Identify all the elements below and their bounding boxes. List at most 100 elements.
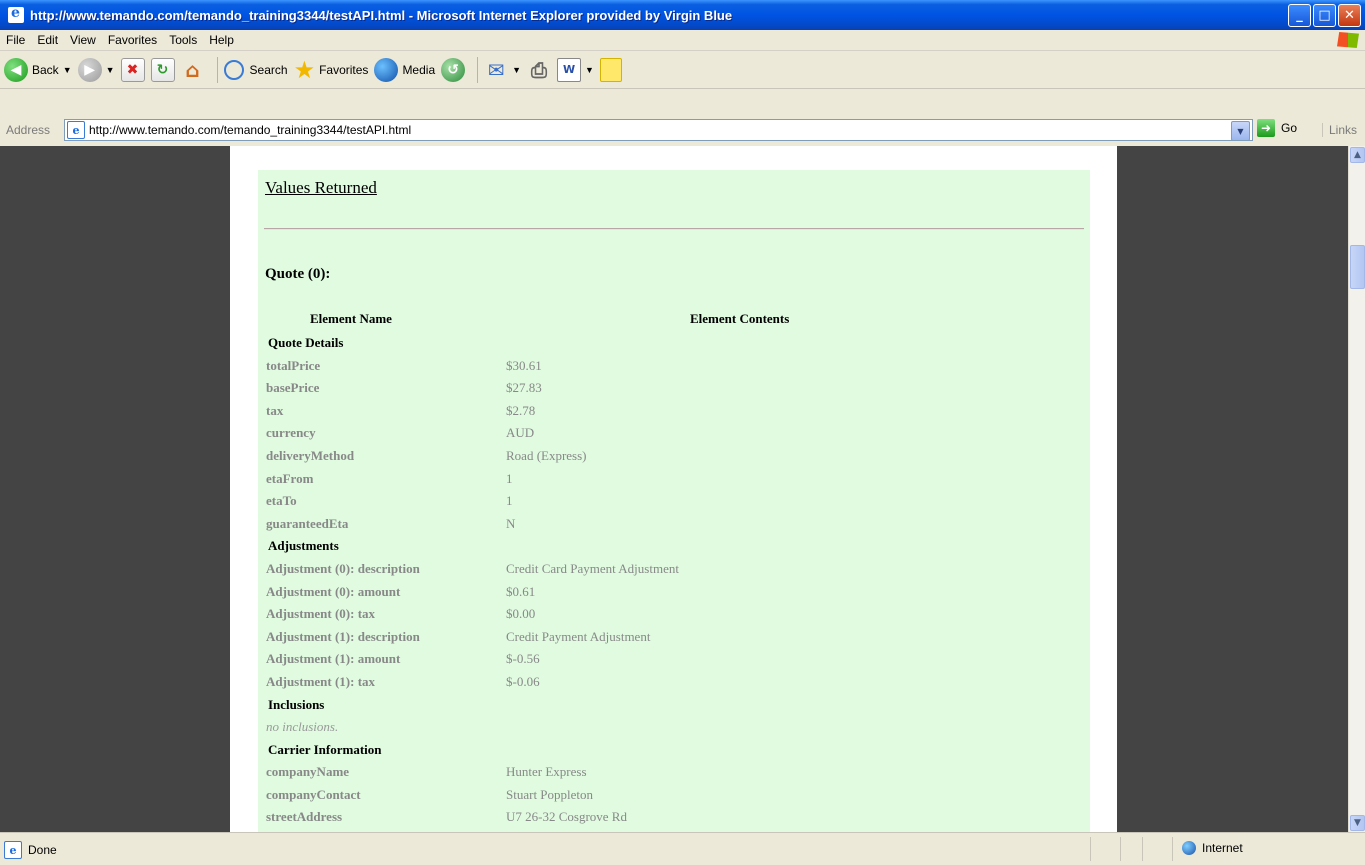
element-name: currency — [266, 425, 316, 441]
home-icon: ⌂ — [185, 57, 200, 82]
status-segment — [1120, 837, 1121, 861]
mail-button[interactable]: ✉ ▼ — [484, 58, 521, 82]
address-dropdown-icon[interactable]: ▼ — [1231, 121, 1250, 141]
element-name: Adjustment (0): amount — [266, 583, 401, 599]
maximize-button[interactable]: □ — [1313, 4, 1336, 27]
address-bar: Address e http://www.temando.com/temando… — [0, 89, 1365, 146]
favorites-button[interactable]: ★ Favorites — [294, 56, 369, 84]
section-row: Quote Details — [258, 332, 1090, 355]
section-label: Quote Details — [268, 335, 344, 350]
scroll-down-button[interactable]: ▼ — [1350, 815, 1365, 831]
table-row: companyContact Stuart Poppleton — [258, 784, 1090, 807]
column-header-name: Element Name — [310, 311, 392, 326]
minimize-button[interactable]: _ — [1288, 4, 1311, 27]
search-button[interactable]: Search — [223, 59, 288, 80]
word-icon: W — [557, 57, 582, 82]
menu-file[interactable]: File — [0, 33, 31, 47]
element-name: etaTo — [266, 493, 297, 509]
close-button[interactable]: ✕ — [1338, 4, 1361, 27]
media-button[interactable]: Media — [374, 57, 435, 82]
go-arrow-icon: ➜ — [1257, 119, 1275, 137]
table-row: tax $2.78 — [258, 400, 1090, 423]
divider — [264, 228, 1084, 230]
element-name: basePrice — [266, 380, 320, 396]
element-contents: $27.83 — [506, 380, 542, 396]
history-icon: ↺ — [441, 57, 466, 82]
column-header-contents: Element Contents — [690, 311, 790, 326]
table-row: etaFrom 1 — [258, 468, 1090, 491]
mail-dropdown-icon[interactable]: ▼ — [512, 65, 521, 75]
element-name: no inclusions. — [266, 719, 339, 735]
menu-tools[interactable]: Tools — [163, 33, 203, 47]
window-controls: _ □ ✕ — [1288, 4, 1361, 27]
status-segment — [1090, 837, 1091, 861]
forward-dropdown-icon[interactable]: ▼ — [106, 65, 115, 75]
element-name: Adjustment (1): description — [266, 628, 420, 644]
element-name: totalPrice — [266, 357, 321, 373]
element-contents: N — [506, 515, 516, 531]
element-name: companyContact — [266, 786, 361, 802]
element-contents: U7 26-32 Cosgrove Rd — [506, 809, 627, 825]
menu-help[interactable]: Help — [203, 33, 240, 47]
back-button[interactable]: ◀ Back ▼ — [4, 57, 72, 82]
menu-view[interactable]: View — [64, 33, 102, 47]
edit-button[interactable]: W ▼ — [557, 57, 594, 82]
element-name: Adjustment (1): tax — [266, 673, 376, 689]
element-name: Adjustment (1): amount — [266, 651, 401, 667]
table-row: deliveryMethod Road (Express) — [258, 445, 1090, 468]
edit-dropdown-icon[interactable]: ▼ — [585, 65, 594, 75]
discuss-button[interactable] — [599, 57, 622, 82]
favorites-label: Favorites — [319, 62, 369, 77]
table-row: Adjustment (0): amount $0.61 — [258, 581, 1090, 604]
window-title: http://www.temando.com/temando_training3… — [30, 7, 733, 23]
table-row: streetAddress U7 26-32 Cosgrove Rd — [258, 806, 1090, 829]
element-contents: $0.00 — [506, 606, 536, 622]
element-contents: $0.61 — [506, 583, 536, 599]
table-row: currency AUD — [258, 422, 1090, 445]
element-contents: AUD — [506, 425, 535, 441]
go-button[interactable]: ➜ Go — [1257, 119, 1297, 137]
table-row: Adjustment (1): description Credit Paymen… — [258, 626, 1090, 649]
section-label: Carrier Information — [268, 741, 382, 757]
toolbar-separator — [216, 56, 218, 83]
table-row: Adjustment (0): tax $0.00 — [258, 603, 1090, 626]
table-row: guaranteedEta N — [258, 513, 1090, 536]
go-label: Go — [1281, 121, 1298, 135]
address-url[interactable]: http://www.temando.com/temando_training3… — [89, 123, 411, 137]
forward-button[interactable]: ▶ ▼ — [77, 57, 115, 82]
table-row: Adjustment (1): amount $-0.56 — [258, 648, 1090, 671]
mail-icon: ✉ — [487, 57, 505, 82]
address-input[interactable]: e http://www.temando.com/temando_trainin… — [64, 119, 1253, 141]
element-contents: Stuart Poppleton — [506, 786, 594, 802]
refresh-button[interactable]: ↻ — [150, 57, 175, 82]
status-done-label: Done — [28, 843, 57, 857]
history-button[interactable]: ↺ — [441, 57, 466, 82]
element-name: companyName — [266, 764, 350, 780]
element-name: Adjustment (0): tax — [266, 606, 376, 622]
element-name: tax — [266, 402, 284, 418]
page-status-icon: e — [4, 841, 22, 859]
stop-button[interactable]: ✖ — [120, 57, 145, 82]
back-dropdown-icon[interactable]: ▼ — [63, 65, 72, 75]
standard-toolbar: ◀ Back ▼ ▶ ▼ ✖ ↻ ⌂ Search ★ Favorites Me… — [0, 51, 1365, 89]
vertical-scrollbar[interactable]: ▲ ▼ — [1348, 146, 1365, 832]
back-icon: ◀ — [4, 57, 28, 82]
scroll-thumb[interactable] — [1350, 245, 1365, 289]
forward-icon: ▶ — [77, 57, 102, 82]
section-label: Adjustments — [268, 538, 339, 554]
menu-edit[interactable]: Edit — [31, 33, 64, 47]
table-row: totalPrice $30.61 — [258, 355, 1090, 378]
element-contents: $-0.56 — [506, 651, 540, 667]
element-name: guaranteedEta — [266, 515, 349, 531]
status-segment — [1142, 837, 1143, 861]
quote-title: Quote (0): — [265, 266, 331, 282]
links-button[interactable]: Links — [1322, 123, 1357, 137]
scroll-up-button[interactable]: ▲ — [1350, 147, 1365, 163]
menu-favorites[interactable]: Favorites — [102, 33, 163, 47]
page-viewport: Values Returned Quote (0): Element Name … — [0, 146, 1348, 832]
address-label: Address — [6, 123, 51, 137]
home-button[interactable]: ⌂ — [181, 58, 205, 82]
media-icon — [374, 57, 399, 82]
print-button[interactable]: ⎙ — [527, 58, 551, 82]
element-name: streetAddress — [266, 809, 343, 825]
